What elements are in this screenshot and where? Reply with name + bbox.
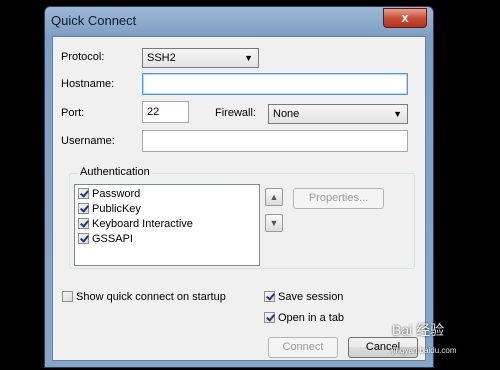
arrow-up-icon: ▲ [269, 192, 279, 202]
title-bar[interactable]: Quick Connect x [45, 7, 433, 35]
gssapi-checkbox[interactable] [78, 233, 89, 244]
arrow-down-icon: ▼ [269, 218, 279, 228]
auth-item-gssapi[interactable]: GSSAPI [78, 232, 133, 247]
chevron-down-icon: ▼ [393, 109, 402, 119]
open-in-tab-checkbox[interactable] [264, 312, 275, 323]
auth-item-label: GSSAPI [92, 233, 133, 245]
watermark-text: Bai 经验 [392, 322, 445, 338]
authentication-group: Authentication Password PublicKey Keyboa… [69, 166, 415, 269]
save-session-checkbox[interactable] [264, 291, 275, 302]
chevron-down-icon: ▼ [244, 53, 253, 63]
publickey-checkbox[interactable] [78, 203, 89, 214]
open-in-tab-option[interactable]: Open in a tab [264, 312, 344, 324]
firewall-label: Firewall: [215, 107, 256, 119]
hostname-label: Hostname: [61, 78, 115, 90]
show-on-startup-checkbox[interactable] [62, 291, 73, 302]
properties-button[interactable]: Properties... [293, 188, 384, 209]
move-down-button[interactable]: ▼ [265, 214, 283, 232]
auth-item-label: Password [92, 188, 141, 200]
username-label: Username: [61, 135, 115, 147]
connect-button[interactable]: Connect [268, 337, 338, 358]
authentication-list[interactable]: Password PublicKey Keyboard Interactive … [74, 184, 260, 266]
firewall-value: None [273, 108, 300, 120]
close-button[interactable]: x [383, 8, 427, 28]
watermark: Bai 经验 jingyan.baidu.com [392, 320, 456, 356]
password-checkbox[interactable] [78, 188, 89, 199]
protocol-label: Protocol: [61, 51, 105, 63]
move-up-button[interactable]: ▲ [265, 188, 283, 206]
port-input[interactable]: 22 [142, 101, 189, 123]
protocol-select[interactable]: SSH2 ▼ [142, 48, 259, 68]
window-title: Quick Connect [51, 13, 137, 28]
protocol-value: SSH2 [147, 52, 176, 64]
keyboard-interactive-checkbox[interactable] [78, 218, 89, 229]
dialog-body: Protocol: SSH2 ▼ Hostname: Port: 22 Fire… [52, 36, 426, 361]
auth-item-keyboard-interactive[interactable]: Keyboard Interactive [78, 217, 193, 232]
auth-item-password[interactable]: Password [78, 187, 140, 202]
save-session-label: Save session [278, 291, 344, 303]
show-on-startup-label: Show quick connect on startup [76, 291, 226, 303]
firewall-select[interactable]: None ▼ [268, 104, 408, 124]
close-icon: x [401, 10, 409, 25]
hostname-input[interactable] [142, 73, 408, 95]
save-session-option[interactable]: Save session [264, 291, 343, 303]
auth-item-label: Keyboard Interactive [92, 218, 193, 230]
open-in-tab-label: Open in a tab [278, 312, 345, 324]
show-on-startup-option[interactable]: Show quick connect on startup [62, 291, 226, 303]
auth-item-label: PublicKey [92, 203, 141, 215]
port-label: Port: [61, 107, 85, 119]
quick-connect-window: Quick Connect x Protocol: SSH2 ▼ Hostnam… [44, 6, 434, 368]
username-input[interactable] [142, 130, 408, 152]
watermark-subtext: jingyan.baidu.com [392, 346, 457, 355]
auth-item-publickey[interactable]: PublicKey [78, 202, 141, 217]
authentication-group-title: Authentication [78, 166, 152, 178]
